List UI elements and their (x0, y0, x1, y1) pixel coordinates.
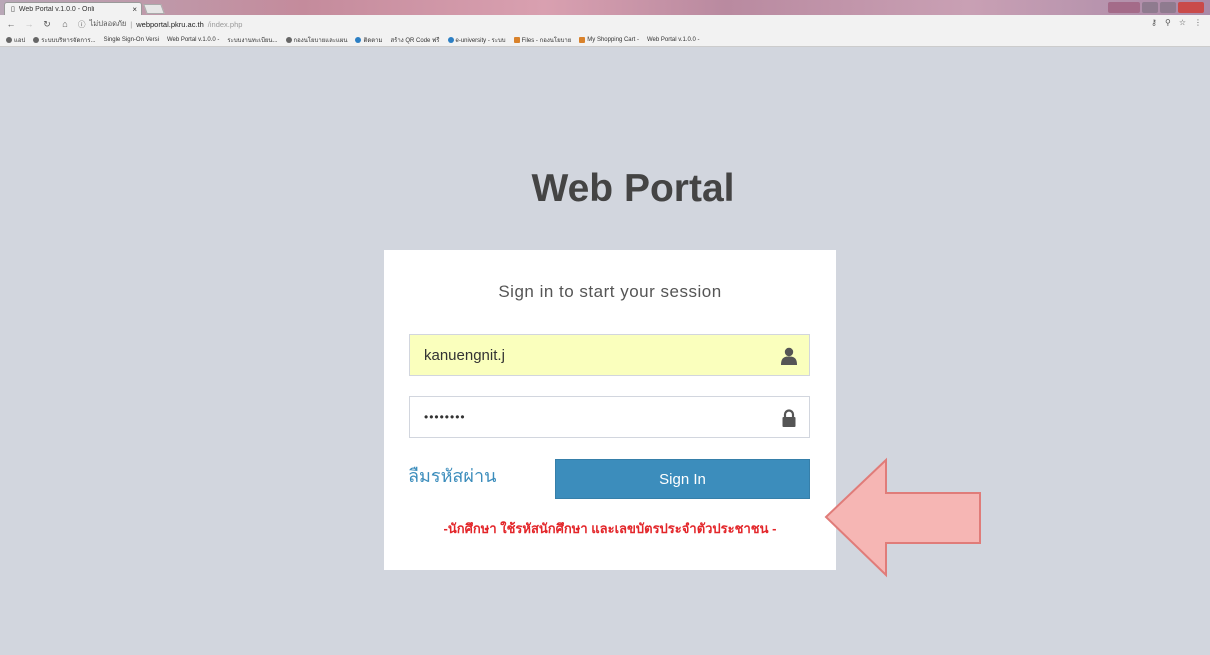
reload-icon[interactable]: ↻ (42, 19, 52, 30)
minimize-button[interactable] (1142, 2, 1158, 13)
login-message: Sign in to start your session (498, 282, 722, 301)
login-note: -นักศึกษา ใช้รหัสนักศึกษา และเลขบัตรประจ… (443, 521, 777, 536)
arrow-icon (824, 457, 981, 578)
bookmark-item[interactable]: สร้าง QR Code ฟรี (391, 35, 440, 45)
password-field[interactable]: •••••••• (409, 396, 810, 438)
address-actions: ⚷ ⚲ ☆ ⋮ (1151, 18, 1202, 27)
bookmark-label: My Shopping Cart - (587, 36, 639, 43)
globe-icon (285, 36, 292, 43)
bookmark-item[interactable]: Web Portal v.1.0.0 - (167, 37, 219, 43)
menu-icon[interactable]: ⋮ (1194, 18, 1202, 27)
browser-titlebar: ▯ Web Portal v.1.0.0 - Onli × (0, 0, 1210, 15)
login-page: Web Portal Sign in to start your session… (8, 48, 1208, 655)
username-value: kanuengnit.j (424, 346, 505, 364)
info-icon[interactable]: ⓘ (78, 19, 86, 30)
bookmark-label: Web Portal v.1.0.0 - (646, 36, 700, 43)
bookmark-label: ระบบงานทะเบียน... (227, 37, 278, 44)
bookmark-label: ติดตาม (363, 37, 383, 44)
close-window-button[interactable] (1178, 2, 1204, 13)
maximize-button[interactable] (1160, 2, 1176, 13)
login-box: Sign in to start your session kanuengnit… (384, 250, 836, 570)
new-tab-button[interactable] (143, 4, 165, 14)
bookmark-label: e-university - ระบบ (455, 37, 506, 44)
forgot-password-link[interactable]: ลืมรหัสผ่าน (408, 461, 496, 490)
page-icon: ▯ (11, 6, 15, 13)
url-host: webportal.pkru.ac.th (136, 19, 204, 29)
tab-close-icon[interactable]: × (132, 5, 141, 14)
bookmark-item[interactable]: ติดตาม (355, 35, 383, 45)
bookmark-label: สร้าง QR Code ฟรี (390, 37, 440, 44)
sign-in-button[interactable]: Sign In (555, 459, 810, 499)
zoom-icon[interactable]: ⚲ (1165, 18, 1171, 27)
password-value: •••••••• (424, 410, 466, 424)
url-separator: | (130, 19, 133, 29)
orange-icon (513, 36, 520, 43)
blue-icon (447, 36, 454, 43)
bookmark-label: Files - กองนโยบาย (521, 37, 572, 44)
page-logo: Web Portal (531, 167, 735, 210)
bookmark-item[interactable]: e-university - ระบบ (447, 35, 506, 45)
bookmark-item[interactable]: Web Portal v.1.0.0 - (647, 37, 699, 43)
bookmark-item[interactable]: Files - กองนโยบาย (513, 35, 572, 45)
arrow-shape (824, 457, 981, 578)
bookmark-label: Single Sign-On Versi (103, 36, 159, 43)
tab-title: Web Portal v.1.0.0 - Onli (18, 5, 95, 13)
bookmark-item[interactable]: แอป (6, 35, 25, 45)
bookmark-label: กองนโยบายและแผน (293, 37, 348, 44)
bookmark-item[interactable]: ระบบบริหารจัดการ... (33, 35, 96, 45)
key-icon[interactable]: ⚷ (1151, 18, 1157, 27)
back-icon[interactable]: ← (6, 19, 16, 29)
orange-icon (579, 36, 586, 43)
bookmarks-bar: แอป ระบบบริหารจัดการ... Single Sign-On Ver… (0, 33, 1210, 47)
bookmark-item[interactable]: Single Sign-On Versi (104, 37, 159, 43)
bookmark-label: แอป (14, 37, 26, 44)
username-field[interactable]: kanuengnit.j (409, 334, 810, 376)
bookmark-item[interactable]: ระบบงานทะเบียน... (227, 35, 277, 45)
profile-button[interactable] (1108, 2, 1140, 13)
address-bar: ← → ↻ ⌂ ⓘ ไม่ปลอดภัย | webportal.pkru.ac… (0, 15, 1210, 33)
url-field[interactable]: ⓘ ไม่ปลอดภัย | webportal.pkru.ac.th/inde… (78, 18, 242, 30)
bookmark-label: Web Portal v.1.0.0 - (166, 36, 220, 43)
bookmark-item[interactable]: กองนโยบายและแผน (285, 35, 348, 45)
bookmark-item[interactable]: My Shopping Cart - (579, 36, 639, 43)
star-icon[interactable]: ☆ (1179, 18, 1186, 27)
url-path: /index.php (207, 19, 243, 29)
home-icon[interactable]: ⌂ (60, 19, 70, 29)
globe-icon (33, 36, 40, 43)
user-icon (781, 347, 797, 365)
browser-tab[interactable]: ▯ Web Portal v.1.0.0 - Onli × (4, 2, 142, 15)
forward-icon[interactable]: → (24, 19, 34, 29)
blue-icon (355, 36, 362, 43)
bookmark-label: ระบบบริหารจัดการ... (41, 37, 96, 44)
apps-icon (6, 36, 12, 43)
lock-icon (782, 409, 796, 427)
window-controls (1108, 2, 1204, 13)
security-label: ไม่ปลอดภัย (89, 19, 127, 28)
